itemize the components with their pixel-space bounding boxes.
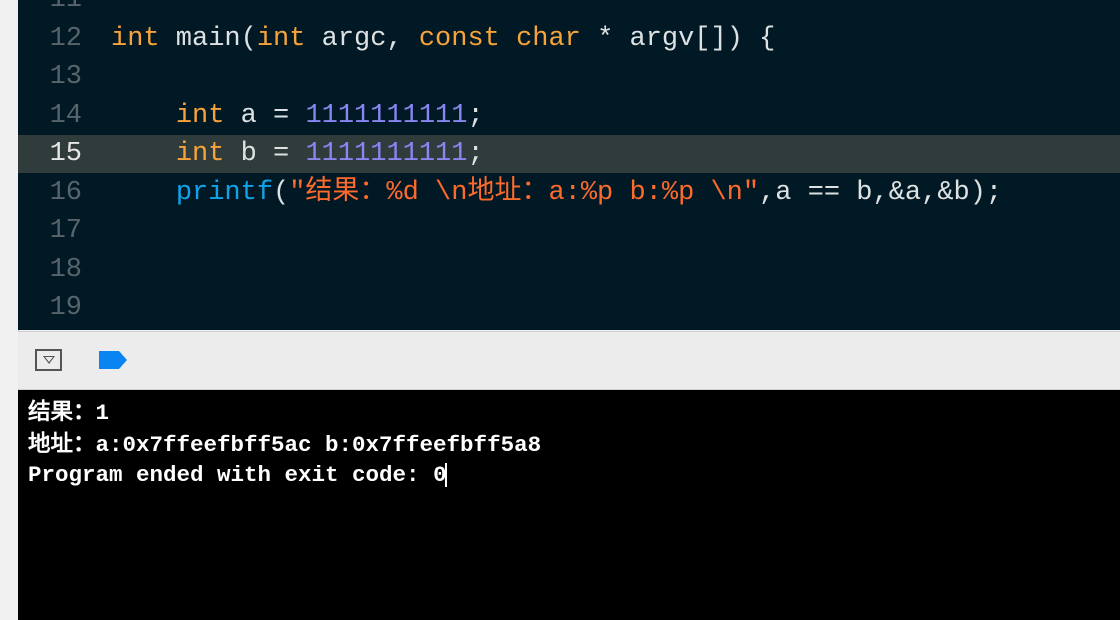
line-number: 14 bbox=[49, 100, 82, 131]
console-output[interactable]: 结果：1 地址：a:0x7ffeefbff5ac b:0x7ffeefbff5a… bbox=[18, 390, 1120, 620]
line-number: 17 bbox=[49, 216, 82, 246]
console-line-text: Program ended with exit code: 0 bbox=[28, 462, 447, 488]
line-number: 16 bbox=[49, 177, 82, 208]
left-sidebar-edge bbox=[0, 0, 19, 620]
token-plain: ; bbox=[467, 139, 484, 169]
token-kw: const bbox=[418, 23, 500, 54]
code-editor[interactable]: 11 12 int main(int argc, const char * argv… bbox=[18, 0, 1120, 330]
console-line: 结果：1 bbox=[28, 400, 110, 426]
console-line: 地址：a:0x7ffeefbff5ac b:0x7ffeefbff5a8 bbox=[28, 432, 542, 458]
code-line[interactable]: 18 bbox=[18, 251, 1120, 289]
code-text: int b = 1111111111; bbox=[111, 135, 484, 173]
token-kw: char bbox=[516, 23, 581, 54]
line-number: 11 bbox=[49, 0, 82, 15]
code-line[interactable]: 19 bbox=[18, 289, 1120, 327]
line-number: 19 bbox=[49, 293, 82, 323]
token-kw: int bbox=[175, 100, 225, 131]
debug-bar bbox=[18, 331, 1120, 390]
line-number: 13 bbox=[49, 62, 82, 92]
token-plain: b = bbox=[224, 139, 306, 169]
token-plain: ( bbox=[273, 177, 290, 208]
code-text: int main(int argc, const char * argv[]) … bbox=[111, 20, 775, 58]
token-kw: int bbox=[111, 23, 160, 54]
line-number: 18 bbox=[49, 254, 82, 285]
token-num: 1111111111 bbox=[305, 139, 468, 169]
code-line[interactable]: 16 printf("结果：%d \n地址：a:%p b:%p \n",a ==… bbox=[18, 174, 1120, 212]
token-str: "结果：%d \n地址：a:%p b:%p \n" bbox=[289, 177, 760, 208]
code-line[interactable]: 12 int main(int argc, const char * argv[]… bbox=[18, 20, 1120, 58]
code-line[interactable]: 17 bbox=[18, 212, 1120, 250]
token-plain: ; bbox=[467, 100, 484, 131]
console-line: Program ended with exit code: 0 bbox=[28, 460, 447, 491]
code-line[interactable]: 15 int b = 1111111111; bbox=[18, 135, 1120, 173]
token-plain: a = bbox=[224, 100, 306, 131]
hide-debug-area-icon[interactable] bbox=[35, 349, 62, 371]
token-plain: * argv[]) { bbox=[580, 23, 776, 54]
token-kw: int bbox=[175, 139, 225, 169]
code-text: printf("结果：%d \n地址：a:%p b:%p \n",a == b,… bbox=[111, 174, 1002, 212]
text-caret bbox=[444, 463, 447, 488]
token-plain: main( bbox=[159, 23, 257, 54]
code-line[interactable]: 13 bbox=[18, 58, 1120, 96]
token-plain: ,a == b,&a,&b); bbox=[759, 177, 1003, 208]
code-line[interactable]: 11 bbox=[18, 0, 1120, 19]
code-text: int a = 1111111111; bbox=[111, 97, 484, 135]
token-fn: printf bbox=[175, 177, 274, 208]
token-kw: int bbox=[256, 23, 306, 54]
token-plain: argc, bbox=[305, 23, 419, 54]
breakpoints-toggle-icon[interactable] bbox=[99, 351, 127, 369]
line-number: 15 bbox=[49, 139, 82, 169]
code-line[interactable]: 14 int a = 1111111111; bbox=[18, 97, 1120, 135]
line-number: 12 bbox=[49, 23, 82, 54]
token-num: 1111111111 bbox=[305, 100, 468, 131]
